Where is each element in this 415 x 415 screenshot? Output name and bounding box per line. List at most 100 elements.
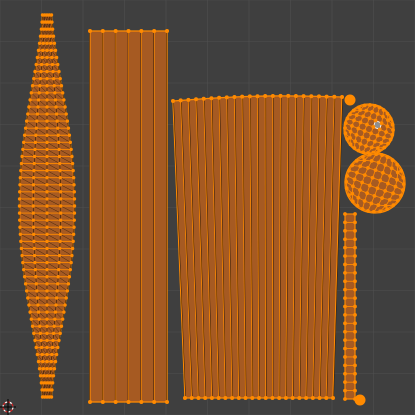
uv-vertex <box>348 129 353 134</box>
uv-vertex <box>387 197 392 202</box>
uv-vertex <box>56 133 60 137</box>
sphere-island-bottom[interactable] <box>344 152 406 214</box>
uv-vertex <box>362 103 367 108</box>
uv-vertex <box>17 211 22 215</box>
uv-vertex <box>56 345 60 350</box>
uv-vertex <box>343 346 347 351</box>
uv-vertex <box>353 329 357 334</box>
uv-vertex <box>37 41 42 45</box>
uv-vertex <box>203 396 208 400</box>
uv-vertex <box>33 69 37 74</box>
uv-vertex <box>65 289 70 293</box>
uv-vertex <box>217 95 222 100</box>
2d-cursor-icon[interactable] <box>0 395 20 415</box>
uv-vertex <box>38 324 42 328</box>
uv-vertex <box>31 183 36 187</box>
uv-vertex <box>58 161 62 166</box>
uv-vertex <box>358 164 363 169</box>
uv-vertex <box>51 331 56 336</box>
uv-vertex <box>68 267 73 272</box>
uv-vertex <box>378 178 383 183</box>
uv-vertex <box>58 239 62 244</box>
uv-vertex <box>54 105 58 109</box>
uv-vertex <box>380 153 384 157</box>
uv-vertex <box>343 287 347 292</box>
uv-vertex <box>45 55 49 60</box>
uv-vertex <box>399 168 404 173</box>
uv-vertex <box>32 246 36 251</box>
uv-vertex <box>388 137 393 142</box>
uv-vertex <box>201 96 206 101</box>
uv-vertex <box>27 105 31 109</box>
uv-vertex <box>71 239 75 244</box>
uv-vertex <box>45 62 49 67</box>
uv-vertex <box>62 98 66 102</box>
uv-vertex <box>354 158 359 163</box>
uv-vertex <box>18 218 22 222</box>
uv-vertex <box>343 329 347 334</box>
uv-vertex <box>28 98 32 102</box>
uv-vertex <box>371 209 376 214</box>
uv-vertex <box>377 105 382 110</box>
uv-vertex <box>369 159 374 163</box>
uv-vertex <box>39 345 44 350</box>
uv-vertex <box>364 108 369 113</box>
uv-vertex <box>362 129 367 133</box>
uv-vertex <box>353 254 357 258</box>
uv-vertex <box>32 76 36 81</box>
narrow-column-island[interactable] <box>343 212 366 406</box>
uv-vertex <box>49 48 53 53</box>
uv-vertex <box>45 176 49 180</box>
uv-vertex <box>18 176 23 180</box>
uv-vertex <box>360 135 365 140</box>
uv-vertex <box>277 396 282 400</box>
uv-vertex <box>401 188 405 192</box>
uv-vertex <box>361 114 366 119</box>
uv-vertex <box>72 225 76 229</box>
uv-vertex <box>50 381 55 385</box>
uv-vertex <box>343 228 347 233</box>
uv-vertex <box>351 184 355 189</box>
vertical-spindle-island[interactable] <box>17 13 77 399</box>
uv-vertex <box>45 275 49 279</box>
uv-vertex <box>32 161 36 166</box>
uv-vertex <box>343 121 348 126</box>
uv-vertex <box>35 55 40 60</box>
uv-vertex <box>382 135 386 140</box>
uv-vertex <box>381 114 385 119</box>
uv-vertex <box>367 183 372 188</box>
uv-vertex <box>45 168 49 173</box>
uv-vertex <box>70 246 75 251</box>
uv-vertex <box>23 126 28 130</box>
uv-editor-canvas[interactable] <box>0 0 415 415</box>
uv-viewport[interactable] <box>0 0 415 415</box>
uv-vertex <box>18 225 22 229</box>
uv-vertex <box>343 131 348 136</box>
uv-vertex <box>50 20 54 24</box>
uv-vertex <box>353 380 357 385</box>
wide-strips-island[interactable] <box>171 93 356 400</box>
uv-vertex <box>38 374 43 378</box>
uv-vertex <box>39 69 43 74</box>
uv-vertex <box>386 141 390 146</box>
sphere-island-top[interactable] <box>343 103 395 155</box>
uv-vertex <box>34 282 39 286</box>
uv-vertex <box>343 304 347 309</box>
uv-vertex <box>67 133 72 137</box>
uv-vertex <box>367 152 372 157</box>
uv-vertex <box>45 359 49 364</box>
tall-strip-island[interactable] <box>88 29 169 404</box>
uv-vertex <box>37 91 41 95</box>
uv-vertex <box>45 140 49 145</box>
uv-vertex <box>353 139 357 144</box>
uv-vertex <box>380 196 384 200</box>
uv-vertex <box>100 29 105 33</box>
uv-vertex <box>19 161 24 166</box>
uv-vertex <box>45 98 49 102</box>
uv-vertex <box>358 108 363 112</box>
uv-vertex <box>70 253 74 258</box>
uv-vertex <box>344 179 349 184</box>
uv-vertex <box>29 317 34 321</box>
uv-vertex <box>230 396 235 400</box>
uv-vertex <box>58 331 62 336</box>
